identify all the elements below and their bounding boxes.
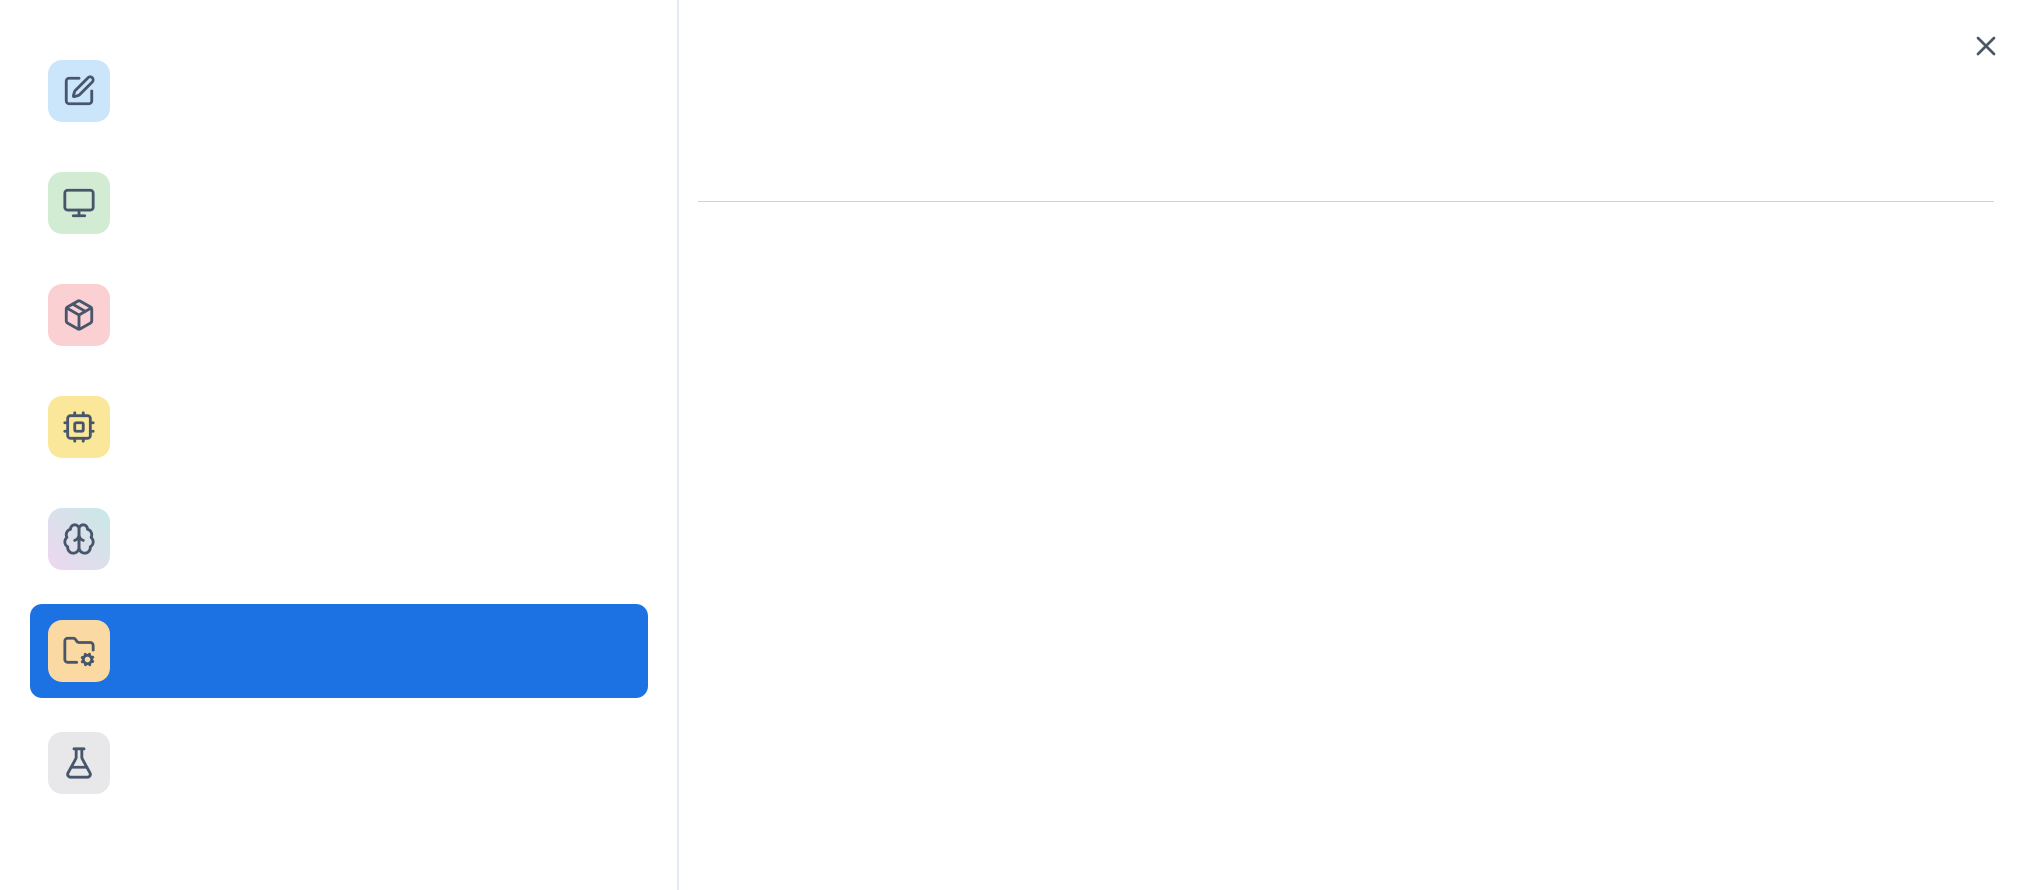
close-button[interactable]: [1964, 24, 2008, 68]
sidebar-item-tile: [48, 284, 110, 346]
brain-icon: [62, 522, 96, 556]
settings-dialog: [0, 0, 2042, 890]
monitor-icon: [62, 186, 96, 220]
flask-icon: [62, 746, 96, 780]
sidebar-item-tile: [48, 60, 110, 122]
sidebar-item-ai[interactable]: [30, 492, 648, 586]
optional-features-table: [698, 136, 1994, 202]
sidebar-item-tile: [48, 172, 110, 234]
folder-cog-icon: [62, 634, 96, 668]
sidebar-item-tile: [48, 508, 110, 570]
cpu-icon: [62, 410, 96, 444]
settings-sidebar: [0, 0, 679, 890]
sidebar-item-labs[interactable]: [30, 716, 648, 810]
table-header: [698, 136, 1994, 202]
optional-dependencies-panel: [679, 0, 2042, 890]
sidebar-item-tile: [48, 732, 110, 794]
sidebar-nav: [0, 44, 677, 810]
sidebar-item-runtime[interactable]: [30, 380, 648, 474]
sidebar-item-editor[interactable]: [30, 44, 648, 138]
package-icon: [62, 298, 96, 332]
close-icon: [1970, 30, 2002, 62]
sidebar-item-package-management[interactable]: [30, 268, 648, 362]
square-pen-icon: [62, 74, 96, 108]
sidebar-item-tile: [48, 396, 110, 458]
sidebar-item-tile: [48, 620, 110, 682]
sidebar-item-optional-dependencies[interactable]: [30, 604, 648, 698]
sidebar-item-display[interactable]: [30, 156, 648, 250]
panel-description: [730, 76, 2042, 116]
